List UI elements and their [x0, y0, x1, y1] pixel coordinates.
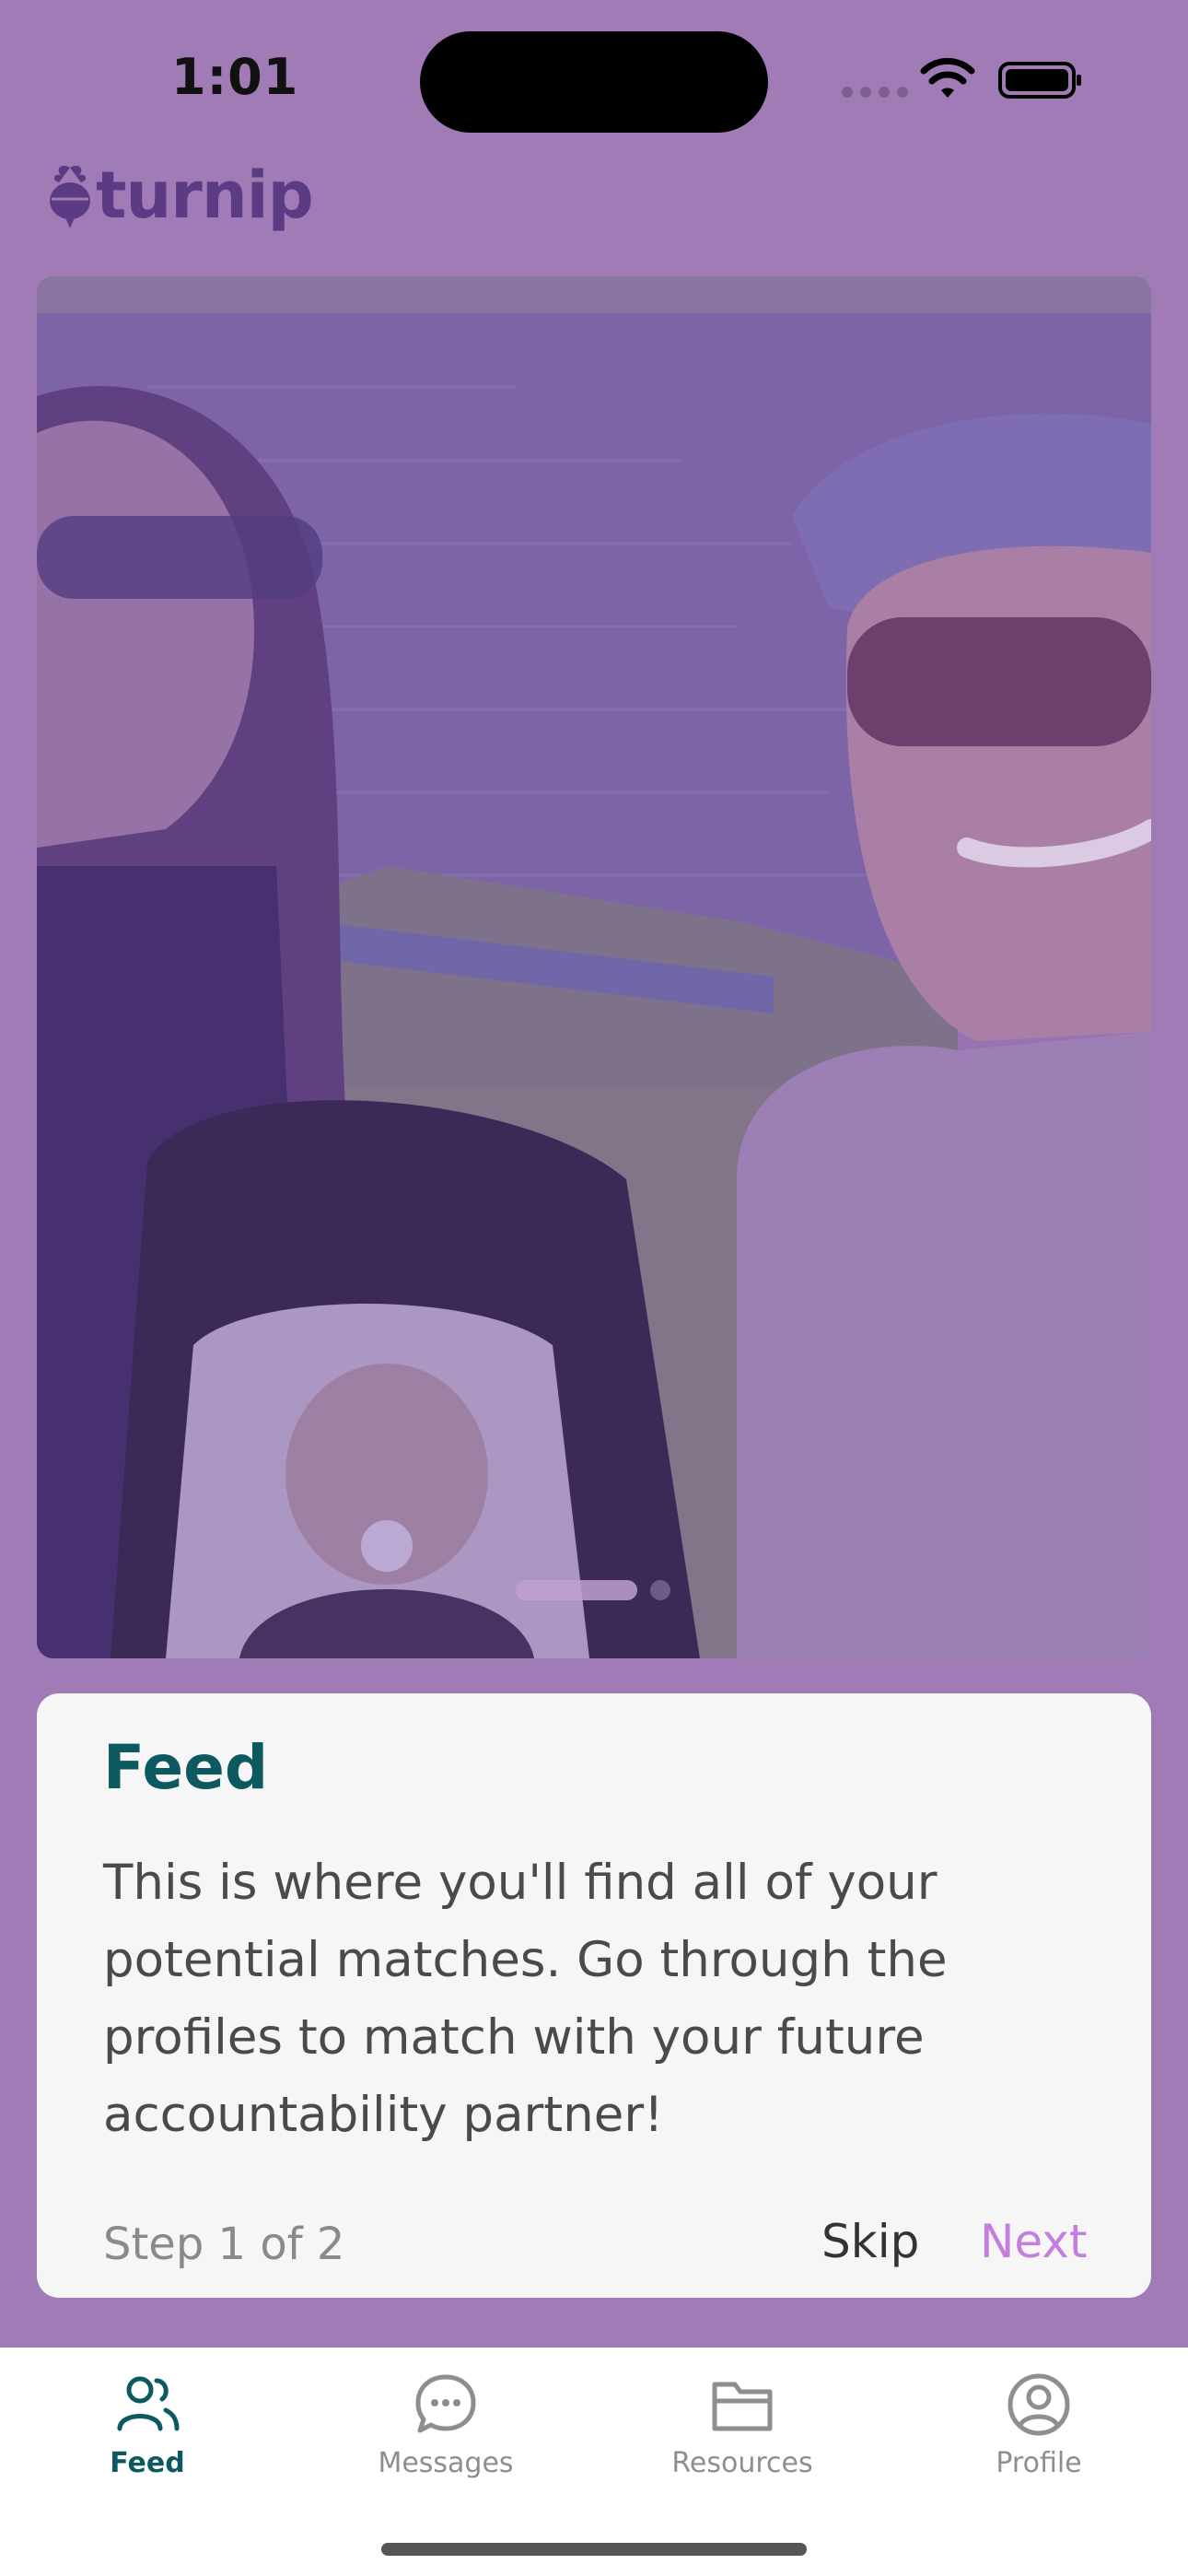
profile-icon [1007, 2373, 1070, 2436]
cellular-signal-icon [842, 87, 908, 98]
tab-label: Resources [671, 2447, 813, 2479]
tab-feed[interactable]: Feed [37, 2370, 258, 2479]
tab-profile[interactable]: Profile [928, 2370, 1149, 2479]
tour-title: Feed [103, 1732, 269, 1803]
next-button[interactable]: Next [980, 2215, 1087, 2268]
status-time: 1:01 [171, 48, 299, 106]
wifi-icon [920, 57, 975, 98]
profile-photo[interactable] [37, 276, 1151, 1658]
skip-button[interactable]: Skip [821, 2215, 919, 2268]
tab-bar: Feed Messages Resources Profile [0, 2348, 1188, 2576]
app-name: turnip [96, 158, 314, 233]
chat-bubble-icon [415, 2374, 476, 2433]
tour-description: This is where you'll find all of your po… [103, 1855, 948, 2143]
tab-resources[interactable]: Resources [632, 2370, 853, 2479]
folder-icon [712, 2382, 773, 2431]
onboarding-screen: 1:01 turnip Feed This is where you'll fi… [0, 0, 1188, 2576]
tab-messages[interactable]: Messages [335, 2370, 556, 2479]
turnip-logo-icon [50, 165, 90, 228]
tab-label: Feed [110, 2447, 185, 2479]
photo-image [37, 276, 1151, 1658]
tab-label: Messages [378, 2447, 514, 2479]
home-indicator[interactable] [381, 2543, 807, 2556]
dynamic-island [420, 31, 768, 133]
tab-label: Profile [996, 2447, 1082, 2479]
photo-pager[interactable] [516, 1580, 670, 1600]
tour-step-indicator: Step 1 of 2 [103, 2219, 345, 2270]
battery-icon [998, 62, 1081, 99]
pager-indicator-active[interactable] [516, 1580, 637, 1600]
app-logo: turnip [44, 158, 314, 233]
pager-indicator-dot[interactable] [650, 1580, 670, 1600]
people-icon [117, 2376, 180, 2431]
tour-card: Feed This is where you'll find all of yo… [37, 1693, 1151, 2298]
